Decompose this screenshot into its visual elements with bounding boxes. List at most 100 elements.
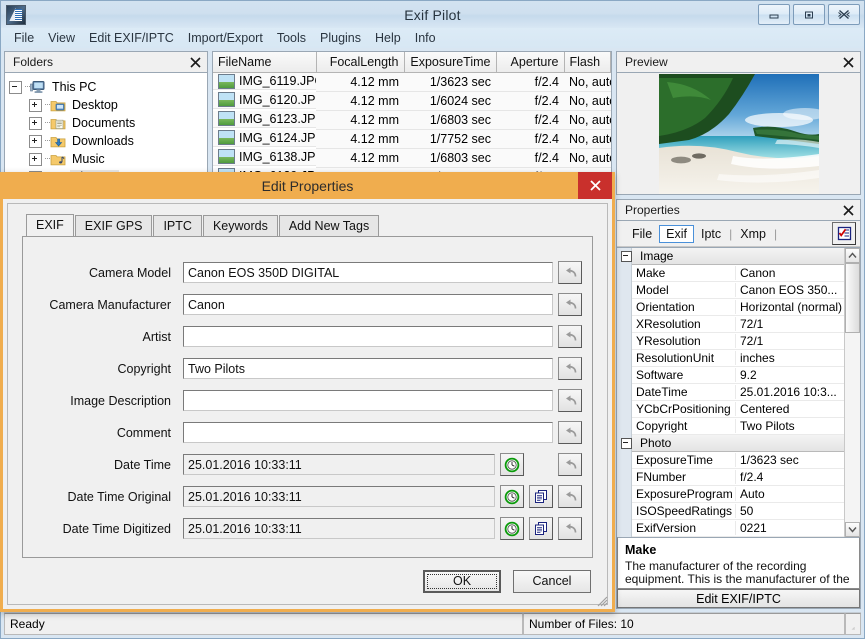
date-time-digitized-input[interactable] <box>183 518 495 539</box>
tab-exif-gps[interactable]: EXIF GPS <box>74 215 153 236</box>
close-icon[interactable] <box>187 54 203 70</box>
property-row-model[interactable]: Model Canon EOS 350... <box>632 282 844 299</box>
tab-xmp[interactable]: Xmp <box>733 225 773 243</box>
property-row-exposuretime[interactable]: ExposureTime 1/3623 sec <box>632 452 844 469</box>
close-icon[interactable] <box>578 172 612 199</box>
minimize-button[interactable] <box>758 4 790 25</box>
table-row[interactable]: IMG_6138.JPG 4.12 mm 1/6803 sec f/2.4 No… <box>213 148 611 168</box>
clock-picker-icon[interactable] <box>500 517 524 540</box>
tree-item-label: This PC <box>52 80 97 94</box>
tab-exif[interactable]: Exif <box>659 224 694 243</box>
menu-help[interactable]: Help <box>368 29 408 47</box>
copy-icon[interactable] <box>529 517 553 540</box>
column-header-flash[interactable]: Flash <box>564 52 611 73</box>
resize-grip-icon[interactable] <box>845 613 861 635</box>
property-row-xresolution[interactable]: XResolution 72/1 <box>632 316 844 333</box>
close-icon[interactable] <box>840 54 856 70</box>
property-row-copyright[interactable]: Copyright Two Pilots <box>632 418 844 435</box>
collapse-icon[interactable] <box>621 437 632 449</box>
ok-button[interactable]: OK <box>423 569 501 593</box>
property-row-datetime[interactable]: DateTime 25.01.2016 10:3... <box>632 384 844 401</box>
undo-arrow-icon[interactable] <box>558 485 582 508</box>
close-icon[interactable] <box>840 202 856 218</box>
property-group-photo[interactable]: Photo <box>621 435 844 452</box>
comment-input[interactable] <box>183 422 553 443</box>
tree-item-downloads[interactable]: Downloads <box>9 132 207 150</box>
camera-manufacturer-input[interactable] <box>183 294 553 315</box>
tab-add-new-tags[interactable]: Add New Tags <box>278 215 380 236</box>
dialog-resize-grip-icon[interactable] <box>594 593 608 607</box>
property-row-ycbcrpositioning[interactable]: YCbCrPositioning Centered <box>632 401 844 418</box>
cancel-button[interactable]: Cancel <box>513 569 591 593</box>
date-time-original-input[interactable] <box>183 486 495 507</box>
maximize-button[interactable] <box>793 4 825 25</box>
menu-file[interactable]: File <box>7 29 41 47</box>
column-header-filename[interactable]: FileName <box>213 52 317 73</box>
property-row-isospeedratings[interactable]: ISOSpeedRatings 50 <box>632 503 844 520</box>
menu-import-export[interactable]: Import/Export <box>181 29 270 47</box>
table-row[interactable]: IMG_6119.JPG 4.12 mm 1/3623 sec f/2.4 No… <box>213 72 611 92</box>
tree-item-this-pc[interactable]: This PC <box>9 78 207 96</box>
expand-icon[interactable] <box>29 98 42 112</box>
table-row[interactable]: IMG_6123.JPG 4.12 mm 1/6803 sec f/2.4 No… <box>213 110 611 130</box>
property-group-image[interactable]: Image <box>621 248 844 265</box>
chevron-up-icon[interactable] <box>845 248 860 263</box>
close-button[interactable] <box>828 4 860 25</box>
menu-edit-exif-iptc[interactable]: Edit EXIF/IPTC <box>82 29 181 47</box>
chevron-down-icon[interactable] <box>845 522 860 537</box>
tree-item-desktop[interactable]: Desktop <box>9 96 207 114</box>
expand-icon[interactable] <box>29 116 42 130</box>
tree-item-music[interactable]: Music <box>9 150 207 168</box>
tab-iptc[interactable]: IPTC <box>153 215 202 236</box>
tree-item-documents[interactable]: Documents <box>9 114 207 132</box>
date-time-input[interactable] <box>183 454 495 475</box>
copyright-input[interactable] <box>183 358 553 379</box>
scrollbar-thumb[interactable] <box>845 263 860 333</box>
undo-arrow-icon[interactable] <box>558 389 582 412</box>
property-row-fnumber[interactable]: FNumber f/2.4 <box>632 469 844 486</box>
collapse-icon[interactable] <box>621 250 632 262</box>
undo-arrow-icon[interactable] <box>558 293 582 316</box>
tab-iptc[interactable]: Iptc <box>694 225 728 243</box>
property-row-orientation[interactable]: Orientation Horizontal (normal) <box>632 299 844 316</box>
undo-arrow-icon[interactable] <box>558 261 582 284</box>
menu-plugins[interactable]: Plugins <box>313 29 368 47</box>
menu-view[interactable]: View <box>41 29 82 47</box>
undo-arrow-icon[interactable] <box>558 325 582 348</box>
expand-icon[interactable] <box>29 134 42 148</box>
clock-picker-icon[interactable] <box>500 453 524 476</box>
property-row-software[interactable]: Software 9.2 <box>632 367 844 384</box>
undo-arrow-icon[interactable] <box>558 453 582 476</box>
property-row-resolutionunit[interactable]: ResolutionUnit inches <box>632 350 844 367</box>
undo-arrow-icon[interactable] <box>558 421 582 444</box>
camera-model-input[interactable] <box>183 262 553 283</box>
undo-arrow-icon[interactable] <box>558 357 582 380</box>
property-row-make[interactable]: Make Canon <box>632 265 844 282</box>
undo-arrow-icon[interactable] <box>558 517 582 540</box>
clock-picker-icon[interactable] <box>500 485 524 508</box>
edit-exif-iptc-button[interactable]: Edit EXIF/IPTC <box>617 589 860 608</box>
copy-icon[interactable] <box>529 485 553 508</box>
tab-file[interactable]: File <box>625 225 659 243</box>
table-row[interactable]: IMG_6120.JPG 4.12 mm 1/6024 sec f/2.4 No… <box>213 91 611 111</box>
menu-tools[interactable]: Tools <box>270 29 313 47</box>
property-row-exifversion[interactable]: ExifVersion 0221 <box>632 520 844 537</box>
properties-scrollbar[interactable] <box>844 248 860 537</box>
column-header-focallength[interactable]: FocalLength <box>316 52 405 73</box>
table-row[interactable]: IMG_6124.JPG 4.12 mm 1/7752 sec f/2.4 No… <box>213 129 611 149</box>
scrollbar-track[interactable] <box>845 263 860 522</box>
tab-keywords[interactable]: Keywords <box>202 215 278 236</box>
column-header-aperture[interactable]: Aperture <box>496 52 565 73</box>
property-row-yresolution[interactable]: YResolution 72/1 <box>632 333 844 350</box>
column-header-exposuretime[interactable]: ExposureTime <box>404 52 497 73</box>
edit-tags-icon[interactable] <box>832 222 856 245</box>
property-row-exposureprogram[interactable]: ExposureProgram Auto <box>632 486 844 503</box>
tab-exif[interactable]: EXIF <box>26 214 74 236</box>
folders-panel-title: Folders <box>13 55 54 69</box>
artist-input[interactable] <box>183 326 553 347</box>
collapse-icon[interactable] <box>9 80 22 94</box>
menu-info[interactable]: Info <box>408 29 443 47</box>
image-description-input[interactable] <box>183 390 553 411</box>
tab-separator: | <box>773 226 778 241</box>
expand-icon[interactable] <box>29 152 42 166</box>
